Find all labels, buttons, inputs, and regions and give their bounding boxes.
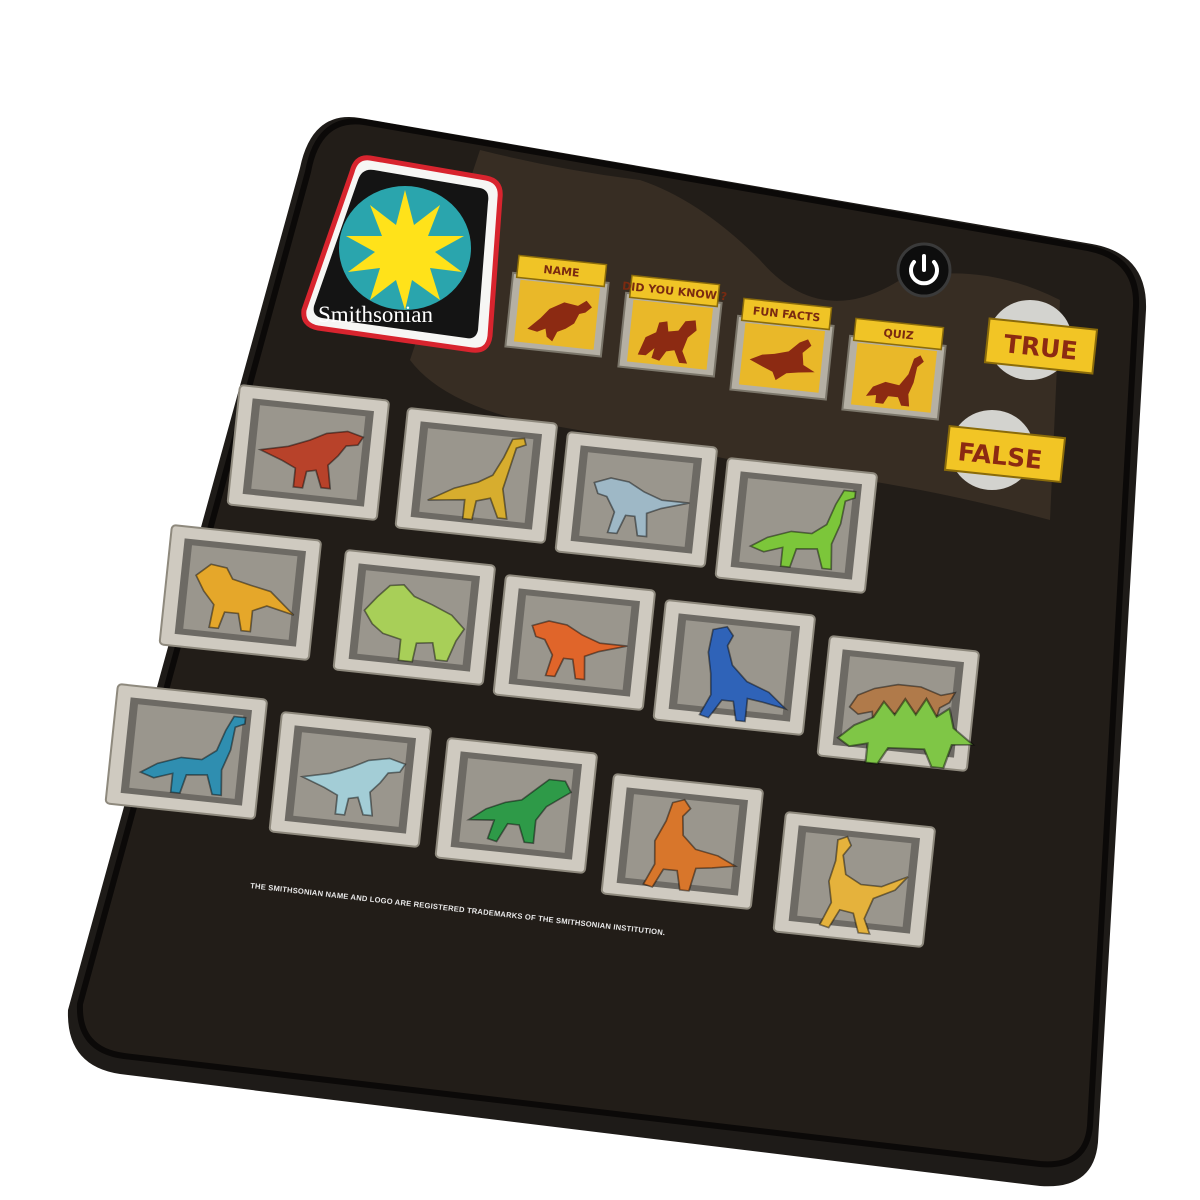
dino-button-longneck-r1[interactable]: [394, 407, 558, 544]
dino-button-sauropod-r3[interactable]: [104, 683, 268, 820]
dino-button-triceratops-r2[interactable]: [332, 549, 496, 686]
mode-button-quiz[interactable]: QUIZ: [841, 317, 947, 421]
mode-button-fun-facts[interactable]: FUN FACTS: [729, 297, 835, 401]
dino-button-theropod-r3[interactable]: [268, 711, 432, 848]
dino-button-ceratopsian-r2[interactable]: [158, 524, 322, 661]
dino-button-raptor-r2[interactable]: [492, 574, 656, 711]
dino-button-ornithomimid-r3[interactable]: [772, 811, 936, 948]
dino-button-dilophosaur-r3[interactable]: [600, 773, 764, 910]
dino-button-sauropod-r1[interactable]: [714, 457, 878, 594]
dino-learning-tablet: Smithsonian NAMEDID YOU KNOW ?FUN FACTSQ…: [67, 117, 1147, 1187]
logo-wordmark: Smithsonian: [318, 302, 434, 327]
mode-panel: [850, 342, 938, 413]
mode-button-did-you-know[interactable]: DID YOU KNOW ?: [614, 274, 728, 378]
dino-button-raptor-r1[interactable]: [554, 431, 718, 568]
dino-button-theropod-r1[interactable]: [226, 384, 390, 521]
power-button[interactable]: [896, 242, 952, 298]
dino-button-ankylosaur-r2[interactable]: [816, 635, 980, 772]
dino-button-pachycephalosaur-r3[interactable]: [434, 737, 598, 874]
dino-button-oviraptor-r2[interactable]: [652, 599, 816, 736]
mode-button-name[interactable]: NAME: [504, 254, 610, 358]
